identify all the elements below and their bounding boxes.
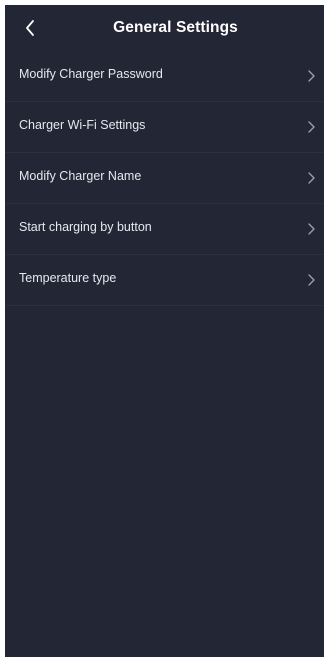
settings-list: Modify Charger Password Charger Wi-Fi Se… [5, 51, 324, 306]
app-screen: General Settings Modify Charger Password… [5, 5, 324, 657]
setting-item-modify-charger-name[interactable]: Modify Charger Name [5, 153, 324, 204]
setting-item-temperature-type[interactable]: Temperature type [5, 255, 324, 306]
chevron-right-icon [308, 223, 315, 235]
chevron-right-icon [308, 172, 315, 184]
chevron-right-icon [308, 121, 315, 133]
setting-item-label: Modify Charger Password [19, 67, 163, 81]
chevron-right-icon [308, 70, 315, 82]
setting-item-charger-wifi-settings[interactable]: Charger Wi-Fi Settings [5, 102, 324, 153]
setting-item-label: Charger Wi-Fi Settings [19, 118, 146, 132]
setting-item-start-charging-by-button[interactable]: Start charging by button [5, 204, 324, 255]
setting-item-label: Temperature type [19, 271, 117, 285]
setting-item-label: Modify Charger Name [19, 169, 142, 183]
chevron-right-icon [308, 274, 315, 286]
page-title: General Settings [113, 19, 238, 36]
setting-item-label: Start charging by button [19, 220, 152, 234]
setting-item-modify-charger-password[interactable]: Modify Charger Password [5, 51, 324, 102]
header-bar: General Settings [5, 5, 324, 51]
